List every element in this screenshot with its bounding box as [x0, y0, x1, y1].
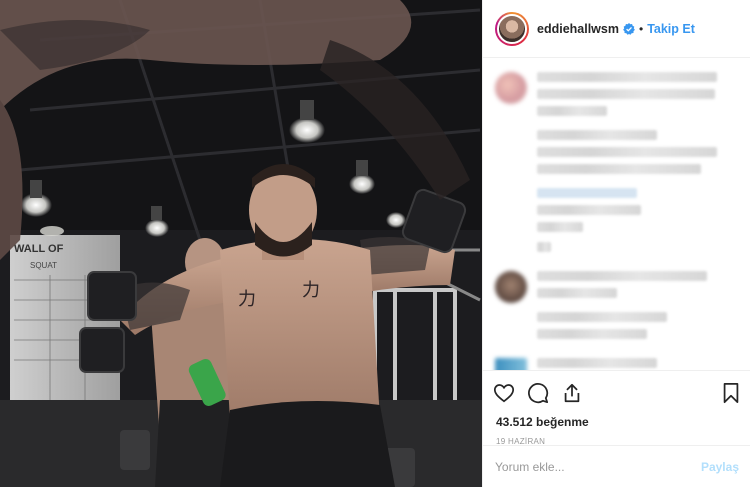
caption-text-blurred [537, 72, 738, 259]
likes-count[interactable]: 43.512 beğenme [496, 415, 741, 429]
post-side-panel: eddiehallwsm • Takip Et 43.512 beğenme 1… [482, 0, 750, 487]
verified-badge-icon [623, 22, 635, 35]
post-actions: 43.512 beğenme 19 HAZİRAN [483, 370, 750, 446]
chest-tattoo-right: 力 [302, 280, 320, 301]
commenter-avatar[interactable] [495, 271, 527, 303]
comment-icon[interactable] [527, 382, 549, 404]
wall-sign-text: WALL OF [14, 243, 64, 255]
comment-input[interactable] [495, 459, 701, 474]
follow-button[interactable]: Takip Et [647, 22, 695, 36]
commenter-avatar[interactable] [495, 72, 527, 104]
list-item [495, 358, 738, 370]
post-header: eddiehallwsm • Takip Et [483, 0, 750, 58]
caption-item [495, 72, 738, 259]
comment-text-blurred [537, 358, 738, 370]
wall-subsign-text: SQUAT [30, 261, 57, 270]
share-icon[interactable] [561, 382, 583, 404]
action-icons [493, 377, 741, 409]
comments-list[interactable] [483, 58, 750, 370]
chest-tattoo-left: 力 [238, 289, 256, 310]
commenter-avatar[interactable] [495, 358, 527, 370]
profile-avatar-ring[interactable] [495, 11, 529, 46]
heart-icon[interactable] [493, 382, 515, 404]
post-photo[interactable]: WALL OF SQUAT 力 力 [0, 0, 482, 487]
post-comment-button[interactable]: Paylaş [701, 460, 739, 474]
comment-text-blurred [537, 271, 738, 346]
header-separator: • [638, 21, 644, 36]
bookmark-icon[interactable] [721, 382, 741, 404]
list-item [495, 271, 738, 346]
avatar[interactable] [497, 13, 527, 44]
username-link[interactable]: eddiehallwsm [537, 22, 619, 36]
gym-photo-illustration: WALL OF SQUAT 力 力 [0, 0, 482, 487]
add-comment-bar: Paylaş [483, 445, 750, 487]
